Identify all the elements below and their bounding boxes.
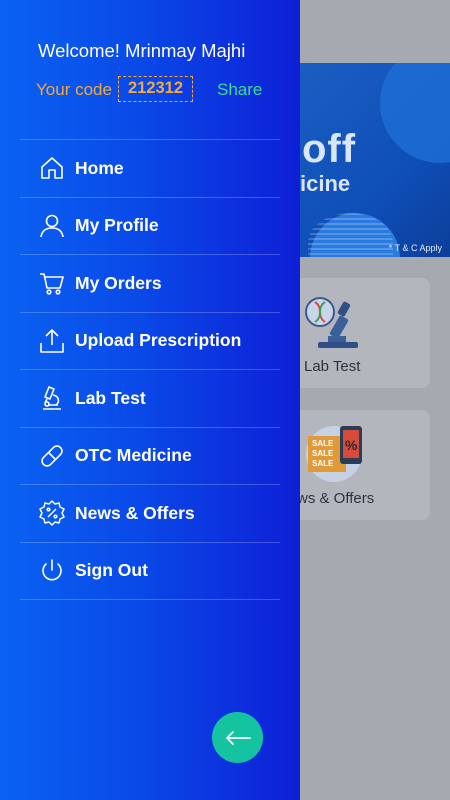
menu-item-home[interactable]: Home bbox=[20, 140, 280, 198]
power-icon bbox=[39, 558, 65, 584]
discount-badge-icon bbox=[39, 500, 65, 526]
share-button[interactable]: Share bbox=[217, 80, 262, 100]
menu-item-label: News & Offers bbox=[75, 502, 195, 523]
menu-item-sign-out[interactable]: Sign Out bbox=[20, 543, 280, 600]
cart-icon bbox=[39, 270, 65, 296]
user-icon bbox=[39, 213, 65, 239]
home-icon bbox=[39, 155, 65, 181]
navigation-drawer: Welcome! Mrinmay Majhi Your code 212312 … bbox=[0, 0, 300, 800]
welcome-text: Welcome! Mrinmay Majhi bbox=[38, 40, 246, 61]
sale-text: SALE bbox=[312, 449, 334, 458]
menu-item-otc-medicine[interactable]: OTC Medicine bbox=[20, 428, 280, 485]
referral-code-row: Your code 212312 Share bbox=[36, 76, 266, 102]
referral-code-value[interactable]: 212312 bbox=[118, 76, 193, 102]
banner-headline: off bbox=[302, 127, 357, 171]
menu-item-my-profile[interactable]: My Profile bbox=[20, 198, 280, 255]
close-drawer-button[interactable] bbox=[212, 712, 263, 763]
menu-item-label: My Profile bbox=[75, 215, 159, 236]
menu-item-label: Home bbox=[75, 157, 124, 178]
banner-terms: * T & C Apply bbox=[388, 243, 442, 253]
percent-sign: % bbox=[345, 437, 358, 453]
referral-code-label: Your code bbox=[36, 80, 112, 99]
menu-item-my-orders[interactable]: My Orders bbox=[20, 255, 280, 313]
pill-icon bbox=[39, 443, 65, 469]
banner-blob bbox=[380, 63, 450, 163]
lab-test-illustration bbox=[305, 297, 358, 348]
banner-stripes bbox=[308, 213, 393, 257]
menu-item-label: Upload Prescription bbox=[75, 330, 242, 351]
menu-item-label: My Orders bbox=[75, 272, 162, 293]
menu-item-label: Lab Test bbox=[75, 387, 146, 408]
arrow-left-icon bbox=[225, 730, 251, 745]
menu-item-news-offers[interactable]: News & Offers bbox=[20, 485, 280, 543]
promo-banner[interactable]: off icine * T & C Apply bbox=[300, 63, 450, 257]
sale-illustration: SALE SALE SALE % bbox=[306, 426, 362, 482]
menu-item-label: OTC Medicine bbox=[75, 445, 192, 466]
menu-item-label: Sign Out bbox=[75, 560, 148, 581]
lab-test-card-label: Lab Test bbox=[304, 358, 361, 375]
news-offers-card-label: ws & Offers bbox=[297, 490, 375, 507]
menu-item-lab-test[interactable]: Lab Test bbox=[20, 370, 280, 428]
banner-subline: icine bbox=[300, 171, 351, 196]
upload-icon bbox=[39, 328, 65, 354]
menu-item-upload-prescription[interactable]: Upload Prescription bbox=[20, 313, 280, 370]
sale-text: SALE bbox=[312, 439, 334, 448]
microscope-icon bbox=[39, 385, 65, 411]
sale-text: SALE bbox=[312, 459, 334, 468]
drawer-menu: Home My Profile My Orders Upload Prescri… bbox=[20, 139, 280, 600]
